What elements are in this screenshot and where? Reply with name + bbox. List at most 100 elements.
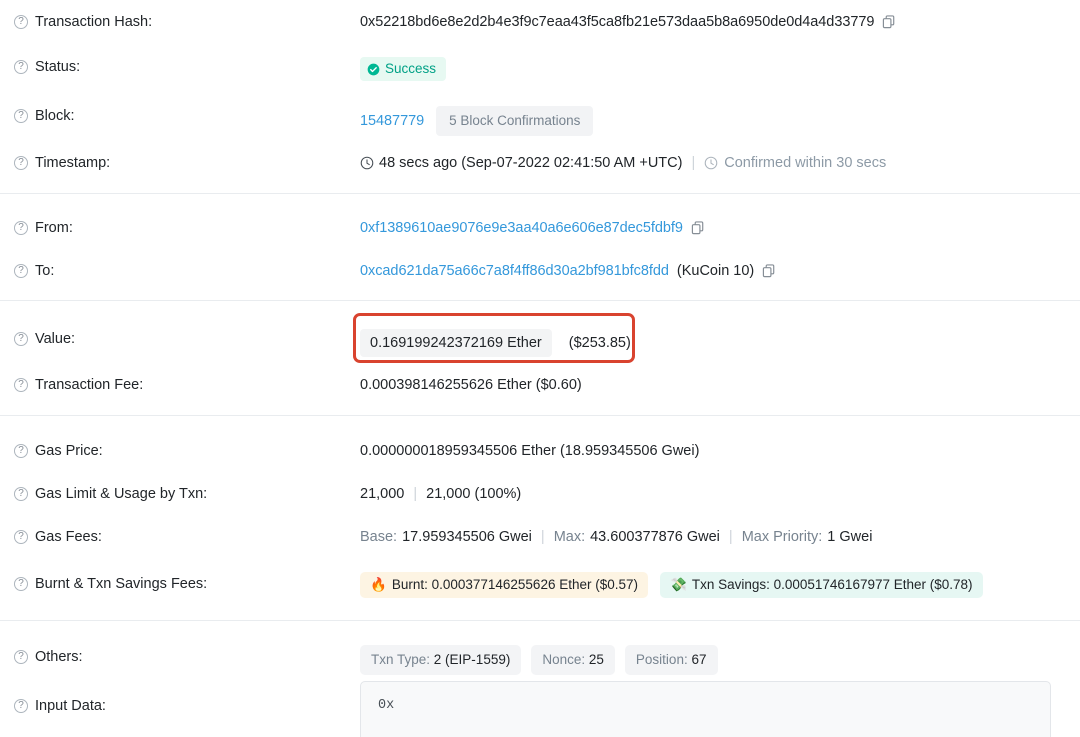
- value-input-data: 0x: [360, 681, 1066, 737]
- copy-icon[interactable]: [882, 14, 897, 30]
- copy-icon[interactable]: [762, 263, 777, 279]
- value-status: Success: [360, 57, 1066, 81]
- nonce-badge: Nonce: 25: [531, 645, 615, 675]
- transaction-fee-text: 0.000398146255626 Ether ($0.60): [360, 377, 582, 393]
- label-block: ? Block:: [14, 106, 360, 126]
- value-timestamp: 48 secs ago (Sep-07-2022 02:41:50 AM +UT…: [360, 153, 1066, 173]
- help-icon[interactable]: ?: [14, 487, 28, 501]
- value-others: Txn Type: 2 (EIP-1559) Nonce: 25 Positio…: [360, 645, 1066, 675]
- input-data-text: 0x: [378, 698, 395, 713]
- position-label: Position:: [635, 652, 688, 667]
- label-text: Burnt & Txn Savings Fees:: [35, 576, 208, 592]
- label-input-data: ? Input Data:: [14, 696, 360, 716]
- position-value: 67: [691, 652, 707, 667]
- value-transaction-fee: 0.000398146255626 Ether ($0.60): [360, 375, 1066, 395]
- value-gas-limit-usage: 21,000 | 21,000 (100%): [360, 484, 1066, 504]
- label-gas-fees: ? Gas Fees:: [14, 527, 360, 547]
- value-burnt-savings: 🔥 Burnt: 0.000377146255626 Ether ($0.57)…: [360, 572, 1066, 598]
- label-text: Gas Fees:: [35, 529, 102, 545]
- status-badge: Success: [360, 57, 447, 81]
- help-icon[interactable]: ?: [14, 221, 28, 235]
- help-icon[interactable]: ?: [14, 156, 28, 170]
- status-text: Success: [385, 61, 437, 76]
- help-icon[interactable]: ?: [14, 332, 28, 346]
- timestamp-confirmed: Confirmed within 30 secs: [724, 155, 887, 171]
- label-text: Block:: [35, 108, 75, 124]
- value-amount: 0.169199242372169 Ether ($253.85): [360, 329, 1066, 357]
- clock-icon-confirmed: [704, 156, 718, 170]
- label-value: ? Value:: [14, 329, 360, 349]
- row-to: ? To: 0xcad621da75a66c7a8f4ff86d30a2bf98…: [0, 261, 1080, 285]
- help-icon[interactable]: ?: [14, 15, 28, 29]
- value-gas-price: 0.000000018959345506 Ether (18.959345506…: [360, 441, 1066, 461]
- help-icon[interactable]: ?: [14, 109, 28, 123]
- row-others: ? Others: Txn Type: 2 (EIP-1559) Nonce: …: [0, 645, 1080, 675]
- help-icon[interactable]: ?: [14, 378, 28, 392]
- value-from: 0xf1389610ae9076e9e3aa40a6e606e87dec5fdb…: [360, 218, 1066, 238]
- txn-type-label: Txn Type:: [371, 652, 431, 667]
- help-icon[interactable]: ?: [14, 60, 28, 74]
- row-value: ? Value: 0.169199242372169 Ether ($253.8…: [0, 329, 1080, 357]
- gas-fees-separator-2: |: [728, 529, 733, 545]
- gas-price-text: 0.000000018959345506 Ether (18.959345506…: [360, 443, 700, 459]
- help-icon[interactable]: ?: [14, 444, 28, 458]
- row-gas-fees: ? Gas Fees: Base: 17.959345506 Gwei | Ma…: [0, 527, 1080, 551]
- row-status: ? Status: Success: [0, 57, 1080, 81]
- gas-fees-base-label: Base:: [360, 529, 398, 545]
- help-icon[interactable]: ?: [14, 264, 28, 278]
- row-from: ? From: 0xf1389610ae9076e9e3aa40a6e606e8…: [0, 218, 1080, 242]
- label-to: ? To:: [14, 261, 360, 281]
- check-circle-icon: [367, 63, 380, 75]
- nonce-label: Nonce:: [542, 652, 586, 667]
- label-text: Input Data:: [35, 698, 106, 714]
- gas-fees-max-value: 43.600377876 Gwei: [590, 529, 720, 545]
- row-input-data: ? Input Data: 0x: [0, 681, 1080, 737]
- help-icon[interactable]: ?: [14, 577, 28, 591]
- txn-savings-badge: 💸 Txn Savings: 0.00051746167977 Ether ($…: [660, 572, 983, 598]
- input-data-textarea[interactable]: 0x: [360, 681, 1051, 737]
- timestamp-ago: 48 secs ago (Sep-07-2022 02:41:50 AM +UT…: [379, 155, 683, 171]
- gas-fees-max-label: Max:: [553, 529, 586, 545]
- copy-icon[interactable]: [691, 220, 706, 236]
- value-ether-pill: 0.169199242372169 Ether: [360, 329, 552, 357]
- label-text: To:: [35, 263, 55, 279]
- label-text: From:: [35, 220, 73, 236]
- fire-icon: 🔥: [370, 577, 387, 592]
- row-gas-limit-usage: ? Gas Limit & Usage by Txn: 21,000 | 21,…: [0, 484, 1080, 508]
- label-from: ? From:: [14, 218, 360, 238]
- gas-limit-text: 21,000: [360, 486, 405, 502]
- txn-savings-text: Txn Savings: 0.00051746167977 Ether ($0.…: [691, 577, 973, 592]
- gas-fees-base-value: 17.959345506 Gwei: [402, 529, 532, 545]
- label-text: Gas Price:: [35, 443, 103, 459]
- row-burnt-savings: ? Burnt & Txn Savings Fees: 🔥 Burnt: 0.0…: [0, 572, 1080, 598]
- timestamp-separator: |: [691, 155, 696, 171]
- to-address-link[interactable]: 0xcad621da75a66c7a8f4ff86d30a2bf981bfc8f…: [360, 261, 669, 281]
- transaction-details-page: ? Transaction Hash: 0x52218bd6e8e2d2b4e3…: [0, 0, 1080, 737]
- label-text: Gas Limit & Usage by Txn:: [35, 486, 208, 502]
- to-address-tag: (KuCoin 10): [676, 263, 755, 279]
- from-address-link[interactable]: 0xf1389610ae9076e9e3aa40a6e606e87dec5fdb…: [360, 218, 683, 238]
- label-text: Timestamp:: [35, 155, 111, 171]
- gas-fees-max-priority-value: 1 Gwei: [827, 529, 873, 545]
- gas-fees-max-priority-label: Max Priority:: [741, 529, 823, 545]
- label-text: Value:: [35, 331, 76, 347]
- label-text: Transaction Fee:: [35, 377, 144, 393]
- row-transaction-hash: ? Transaction Hash: 0x52218bd6e8e2d2b4e3…: [0, 12, 1080, 36]
- transaction-hash-text: 0x52218bd6e8e2d2b4e3f9c7eaa43f5ca8fb21e5…: [360, 14, 875, 30]
- label-text: Status:: [35, 59, 81, 75]
- help-icon[interactable]: ?: [14, 699, 28, 713]
- block-number-link[interactable]: 15487779: [360, 111, 424, 131]
- burnt-text: Burnt: 0.000377146255626 Ether ($0.57): [391, 577, 639, 592]
- money-wings-icon: 💸: [670, 577, 687, 592]
- value-block: 15487779 5 Block Confirmations: [360, 106, 1066, 136]
- gas-fees-separator-1: |: [540, 529, 545, 545]
- block-confirmations-badge: 5 Block Confirmations: [436, 106, 594, 136]
- label-gas-limit-usage: ? Gas Limit & Usage by Txn:: [14, 484, 360, 504]
- label-timestamp: ? Timestamp:: [14, 153, 360, 173]
- help-icon[interactable]: ?: [14, 650, 28, 664]
- label-text: Others:: [35, 649, 83, 665]
- section-divider-2: [0, 300, 1080, 301]
- help-icon[interactable]: ?: [14, 530, 28, 544]
- value-to: 0xcad621da75a66c7a8f4ff86d30a2bf981bfc8f…: [360, 261, 1066, 281]
- label-text: Transaction Hash:: [35, 14, 153, 30]
